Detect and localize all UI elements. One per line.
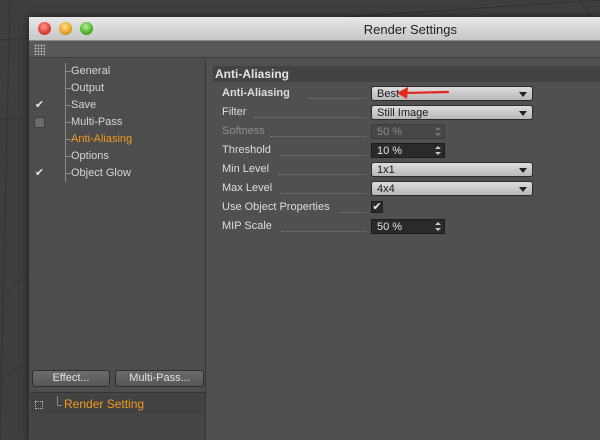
expand-icon[interactable] <box>35 401 43 409</box>
anti-aliasing-panel: Anti-Aliasing Anti-Aliasing Best Filter … <box>207 59 600 440</box>
sidebar-buttons: Effect... Multi-Pass... <box>32 370 204 388</box>
multi-pass-enable-checkbox[interactable] <box>34 117 45 128</box>
section-title: Anti-Aliasing <box>213 66 600 82</box>
sidebar-item-multi-pass[interactable]: Multi-Pass <box>29 114 206 131</box>
softness-label: Softness <box>222 125 265 137</box>
leader-dots <box>270 136 366 137</box>
use-object-properties-checkbox[interactable]: ✔ <box>371 201 383 213</box>
spinner-arrows-icon[interactable] <box>435 222 441 231</box>
anti-aliasing-label: Anti-Aliasing <box>222 87 290 99</box>
sidebar-item-label: General <box>71 65 111 77</box>
spinner-arrows-icon <box>435 127 441 136</box>
threshold-field[interactable]: 10 % <box>371 143 445 158</box>
tree-branch-line <box>65 80 71 97</box>
softness-value: 50 % <box>377 126 403 138</box>
sidebar-item-output[interactable]: Output <box>29 80 206 97</box>
threshold-label: Threshold <box>222 144 271 156</box>
tree-branch-line <box>65 148 71 165</box>
grip-handle-icon[interactable] <box>34 44 45 55</box>
max-level-value: 4x4 <box>377 183 395 195</box>
sidebar-item-object-glow[interactable]: ✔ Object Glow <box>29 165 206 182</box>
sidebar-item-label: Save <box>71 99 97 111</box>
softness-row: Softness 50 % <box>222 124 600 141</box>
leader-dots <box>280 155 366 156</box>
max-level-label: Max Level <box>222 182 273 194</box>
leader-dots <box>278 174 366 175</box>
sidebar-item-label: Object Glow <box>71 167 131 179</box>
mip-scale-value: 50 % <box>377 221 403 233</box>
tree-branch-line <box>65 97 71 114</box>
leader-dots <box>282 231 366 232</box>
tree-branch-line <box>57 396 62 406</box>
filter-label: Filter <box>222 106 247 118</box>
render-setting-item[interactable]: Render Setting <box>30 396 205 413</box>
sidebar-item-options[interactable]: Options <box>29 148 206 165</box>
chevron-down-icon <box>519 168 527 173</box>
sidebar-item-label: Anti-Aliasing <box>71 133 133 145</box>
multi-pass-button[interactable]: Multi-Pass... <box>115 370 204 387</box>
min-level-value: 1x1 <box>377 164 395 176</box>
chevron-down-icon <box>519 92 527 97</box>
leader-dots <box>308 98 366 99</box>
sidebar-item-general[interactable]: General <box>29 63 206 80</box>
save-enabled-checkmark-icon[interactable]: ✔ <box>34 100 45 111</box>
object-glow-enabled-checkmark-icon[interactable]: ✔ <box>34 168 45 179</box>
settings-sidebar: General Output ✔ Save Multi-Pass Anti-Al… <box>29 59 206 440</box>
sidebar-item-label: Output <box>71 82 105 94</box>
render-settings-list: Render Setting <box>30 392 205 440</box>
chevron-down-icon <box>519 111 527 116</box>
spinner-arrows-icon[interactable] <box>435 146 441 155</box>
mip-scale-field[interactable]: 50 % <box>371 219 445 234</box>
min-level-row: Min Level 1x1 <box>222 162 600 179</box>
title-bar: Render Settings <box>29 17 600 41</box>
use-object-properties-label: Use Object Properties <box>222 201 330 213</box>
sidebar-item-label: Multi-Pass <box>71 116 123 128</box>
settings-tree: General Output ✔ Save Multi-Pass Anti-Al… <box>29 63 206 182</box>
render-setting-label: Render Setting <box>64 397 145 411</box>
chevron-down-icon <box>519 187 527 192</box>
max-level-row: Max Level 4x4 <box>222 181 600 198</box>
filter-dropdown[interactable]: Still Image <box>371 105 533 120</box>
softness-field: 50 % <box>371 124 445 139</box>
max-level-dropdown[interactable]: 4x4 <box>371 181 533 196</box>
render-settings-window: Render Settings General Output ✔ Save Mu… <box>29 17 600 440</box>
tree-branch-line <box>65 165 71 182</box>
filter-value: Still Image <box>377 107 429 119</box>
threshold-row: Threshold 10 % <box>222 143 600 160</box>
tree-branch-line <box>65 131 71 148</box>
window-title: Render Settings <box>363 22 457 37</box>
leader-dots <box>254 117 366 118</box>
sidebar-item-save[interactable]: ✔ Save <box>29 97 206 114</box>
min-level-dropdown[interactable]: 1x1 <box>371 162 533 177</box>
mip-scale-label: MIP Scale <box>222 220 272 232</box>
filter-row: Filter Still Image <box>222 105 600 122</box>
use-object-properties-row: Use Object Properties ✔ <box>222 200 600 217</box>
min-level-label: Min Level <box>222 163 270 175</box>
sidebar-item-anti-aliasing[interactable]: Anti-Aliasing <box>29 131 206 148</box>
tree-branch-line <box>65 114 71 131</box>
effect-button[interactable]: Effect... <box>32 370 110 387</box>
toolbar <box>29 41 600 58</box>
mip-scale-row: MIP Scale 50 % <box>222 219 600 236</box>
leader-dots <box>340 212 366 213</box>
sidebar-item-label: Options <box>71 150 109 162</box>
leader-dots <box>280 193 366 194</box>
annotation-arrow-icon <box>397 87 449 99</box>
tree-branch-line <box>65 63 71 80</box>
threshold-value: 10 % <box>377 145 403 157</box>
